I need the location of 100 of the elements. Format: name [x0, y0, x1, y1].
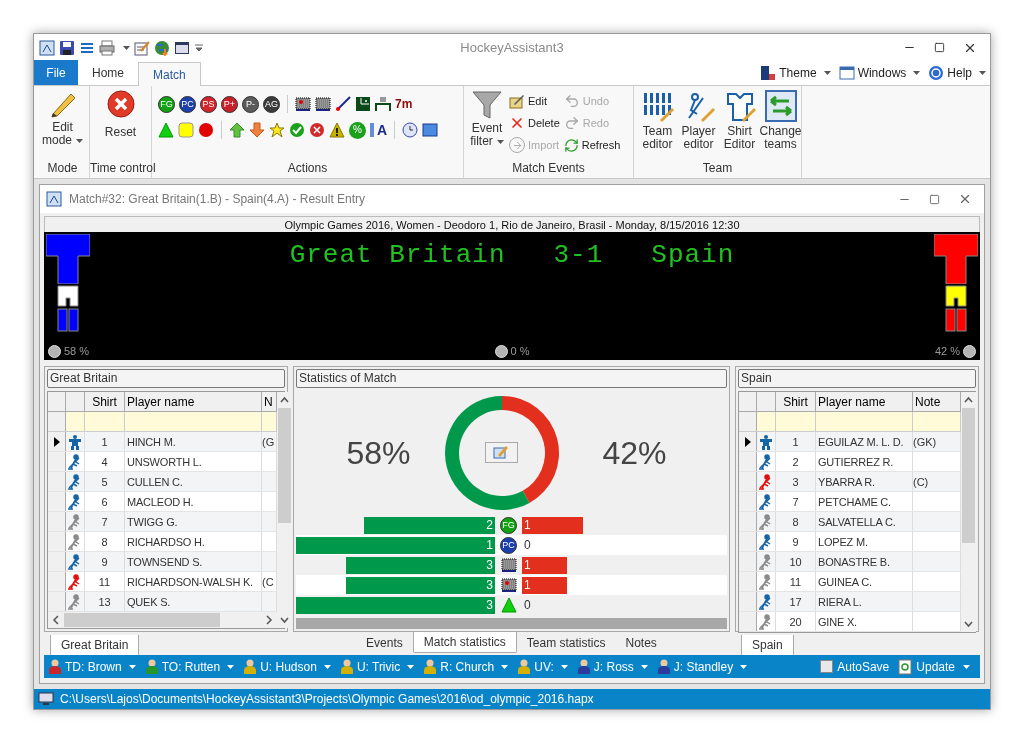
- ribbon-button[interactable]: Refresh: [563, 134, 621, 156]
- refresh-icon[interactable]: [563, 137, 579, 153]
- menu-button[interactable]: Help: [928, 63, 986, 82]
- globe-icon[interactable]: [154, 39, 170, 56]
- view-tab[interactable]: Spain: [741, 635, 794, 656]
- ribbon-tab[interactable]: Match: [138, 62, 201, 86]
- menu-button[interactable]: Theme: [760, 63, 831, 82]
- browser-window-icon[interactable]: [174, 39, 190, 56]
- row-header-cell[interactable]: [739, 552, 757, 571]
- square-icon[interactable]: [178, 122, 194, 138]
- horizontal-scrollbar[interactable]: [296, 618, 727, 629]
- filter-field[interactable]: [757, 412, 776, 431]
- filter-field[interactable]: [913, 412, 961, 431]
- checkered-square-icon[interactable]: [315, 96, 331, 112]
- theme-icon[interactable]: [760, 64, 777, 81]
- row-header-cell[interactable]: [739, 592, 757, 611]
- row-header-cell[interactable]: [48, 592, 66, 611]
- event-button[interactable]: P-: [242, 95, 259, 113]
- row-header-cell[interactable]: [739, 572, 757, 591]
- row-header-cell[interactable]: [739, 532, 757, 551]
- reset-button[interactable]: Reset: [94, 90, 147, 141]
- team-grid-icon[interactable]: [641, 90, 674, 122]
- team-tool-button[interactable]: Team editor: [638, 90, 677, 151]
- team-tool-button[interactable]: Player editor: [679, 90, 718, 151]
- column-header[interactable]: Shirt: [85, 392, 125, 411]
- app-icon[interactable]: [39, 39, 55, 56]
- row-header-cell[interactable]: [739, 412, 757, 431]
- team-tool-button[interactable]: Shirt Editor: [720, 90, 759, 151]
- row-header-cell[interactable]: [739, 432, 757, 451]
- official-button[interactable]: J: Standley: [656, 657, 748, 676]
- event-button[interactable]: PC: [179, 95, 196, 113]
- printer-icon[interactable]: [99, 39, 115, 56]
- filter-field[interactable]: [262, 412, 277, 431]
- delete-icon[interactable]: [509, 115, 525, 131]
- official-button[interactable]: TO: Rutten: [144, 657, 235, 676]
- row-header-cell[interactable]: [739, 452, 757, 471]
- row-header-cell[interactable]: [739, 472, 757, 491]
- triangle-icon[interactable]: [158, 122, 174, 138]
- autosave-checkbox[interactable]: AutoSave: [820, 657, 890, 676]
- close-icon[interactable]: [958, 192, 972, 206]
- menu-button[interactable]: Windows: [838, 63, 921, 82]
- refresh-document-icon[interactable]: [898, 658, 913, 675]
- edit-mode-button[interactable]: Edit mode: [40, 90, 85, 147]
- official-button[interactable]: J: Ross: [576, 657, 648, 676]
- text-event-button[interactable]: A: [370, 123, 388, 137]
- edit-button[interactable]: [484, 441, 518, 463]
- swap-arrows-icon[interactable]: [764, 90, 797, 122]
- maximize-icon[interactable]: [934, 42, 945, 53]
- row-header-cell[interactable]: [48, 552, 66, 571]
- team-tool-button[interactable]: Change teams: [761, 90, 800, 151]
- goal-icon[interactable]: [375, 96, 391, 112]
- clock-icon[interactable]: [402, 122, 419, 138]
- check-circle-icon[interactable]: [289, 122, 305, 138]
- row-header-cell[interactable]: [739, 492, 757, 511]
- up-arrow-icon[interactable]: [229, 122, 245, 138]
- row-header-cell[interactable]: [48, 572, 66, 591]
- view-tab[interactable]: Team statistics: [516, 632, 616, 653]
- update-button[interactable]: Update: [898, 657, 976, 676]
- ribbon-tab[interactable]: File: [34, 60, 78, 85]
- column-header[interactable]: Player name: [816, 392, 913, 411]
- row-header-cell[interactable]: [48, 512, 66, 531]
- customize-icon[interactable]: [194, 43, 204, 52]
- view-tab[interactable]: Notes: [615, 632, 667, 653]
- event-button[interactable]: PS: [200, 95, 217, 113]
- down-arrow-icon[interactable]: [249, 122, 265, 138]
- event-filter-button[interactable]: Event filter: [468, 90, 506, 156]
- filter-icon[interactable]: [472, 90, 502, 120]
- ribbon-button[interactable]: Delete: [509, 112, 560, 134]
- field-corner-icon[interactable]: [355, 96, 371, 112]
- event-button[interactable]: AG: [263, 95, 280, 113]
- row-header-cell[interactable]: [48, 532, 66, 551]
- filter-field[interactable]: [66, 412, 85, 431]
- filter-field[interactable]: [816, 412, 913, 431]
- close-circle-icon[interactable]: [106, 90, 135, 118]
- ribbon-button[interactable]: Edit: [509, 90, 560, 112]
- vertical-scrollbar[interactable]: [277, 392, 292, 628]
- save-icon[interactable]: [59, 39, 75, 56]
- checkered-square-icon[interactable]: [500, 557, 517, 574]
- edit-note-icon[interactable]: [509, 93, 525, 109]
- circle-icon[interactable]: [198, 122, 214, 138]
- row-header-cell[interactable]: [48, 412, 66, 431]
- stat-badge[interactable]: PC: [500, 536, 517, 554]
- ribbon-tab[interactable]: Home: [78, 61, 138, 85]
- help-icon[interactable]: [928, 64, 945, 81]
- view-tab[interactable]: Match statistics: [412, 632, 517, 653]
- filter-field[interactable]: [776, 412, 816, 431]
- view-tab[interactable]: Great Britain: [50, 635, 140, 656]
- app-icon[interactable]: [46, 191, 62, 207]
- event-button[interactable]: P+: [221, 95, 238, 113]
- official-button[interactable]: U: Trivic: [339, 657, 415, 676]
- event-button[interactable]: 7m: [395, 98, 413, 110]
- stick-icon[interactable]: [335, 96, 351, 112]
- screen-icon[interactable]: [422, 122, 439, 138]
- row-header-cell[interactable]: [48, 472, 66, 491]
- vertical-scrollbar[interactable]: [961, 392, 976, 632]
- window-icon[interactable]: [838, 64, 855, 81]
- official-button[interactable]: TD: Brown: [48, 657, 136, 676]
- row-header-cell[interactable]: [739, 512, 757, 531]
- official-button[interactable]: R: Church: [423, 657, 509, 676]
- filter-field[interactable]: [85, 412, 125, 431]
